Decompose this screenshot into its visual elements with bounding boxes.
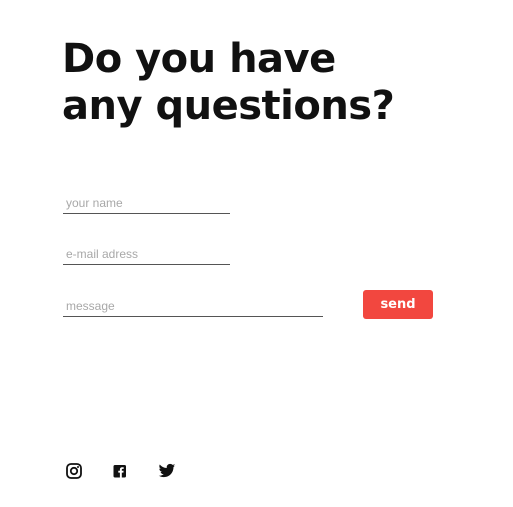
heading-line-2: any questions?	[62, 83, 395, 129]
instagram-icon[interactable]	[65, 462, 83, 480]
facebook-icon[interactable]	[111, 462, 129, 480]
heading-line-1: Do you have	[62, 36, 336, 82]
page-title: Do you have any questions?	[62, 36, 395, 130]
send-button[interactable]: send	[363, 290, 433, 319]
twitter-icon[interactable]	[158, 462, 176, 480]
email-input[interactable]	[63, 243, 230, 265]
message-input[interactable]	[63, 295, 323, 317]
name-input[interactable]	[63, 192, 230, 214]
